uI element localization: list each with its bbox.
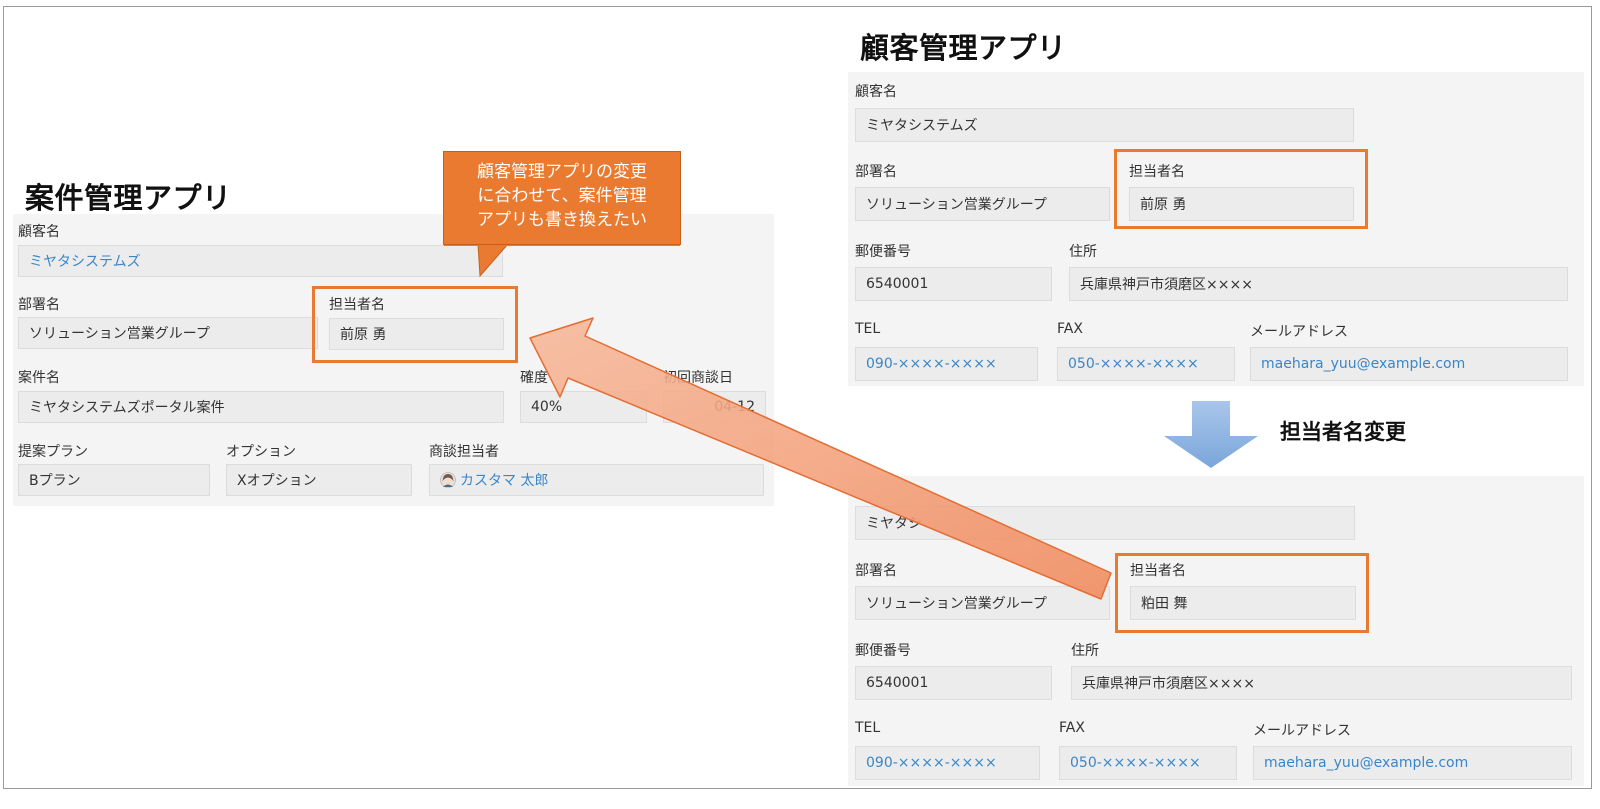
diagonal-arrow-icon: [529, 317, 1112, 600]
